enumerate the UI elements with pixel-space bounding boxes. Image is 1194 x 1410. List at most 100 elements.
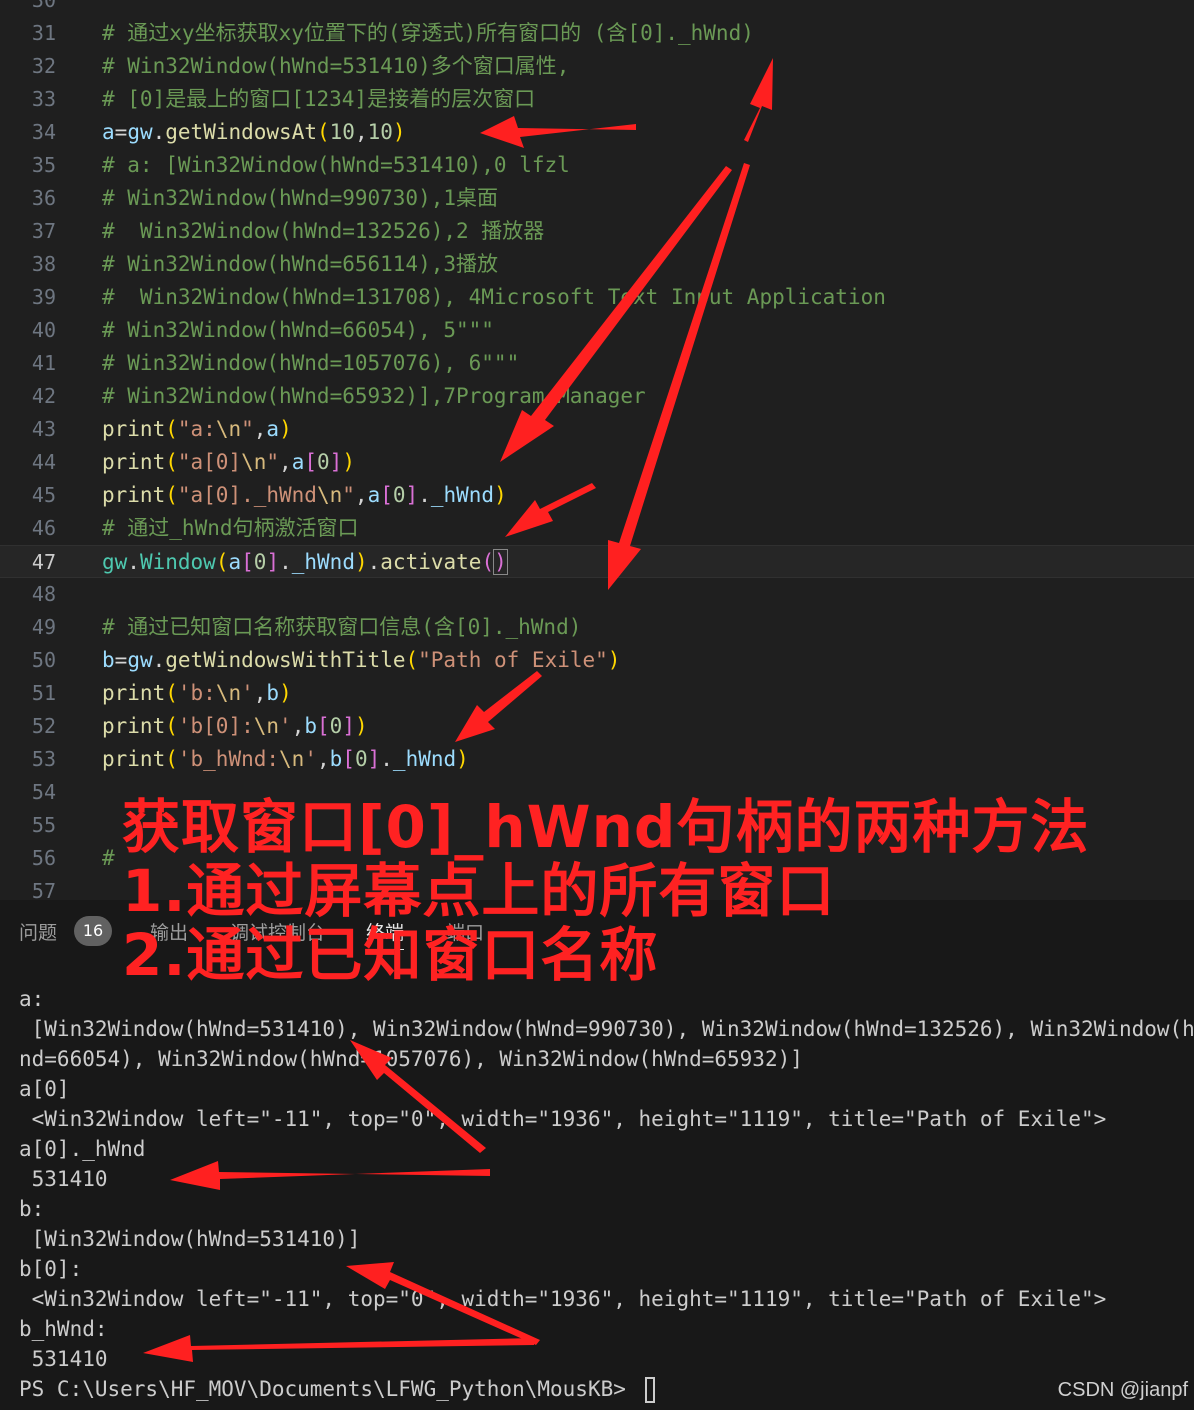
code-text: # Win32Window(hWnd=990730),1桌面 (102, 182, 498, 215)
code-token: \n (215, 681, 242, 705)
code-token: ) (392, 120, 406, 144)
code-token: 0 (317, 450, 330, 474)
terminal-cursor (644, 1377, 655, 1403)
code-text: print('b_hWnd:\n',b[0]._hWnd) (102, 743, 469, 776)
terminal-output[interactable]: a: [Win32Window(hWnd=531410), Win32Windo… (0, 964, 1194, 1410)
code-text: print('b[0]:\n',b[0]) (102, 710, 368, 743)
code-token: "Path of Exile" (418, 648, 608, 672)
code-token: print (102, 450, 166, 474)
line-number: 44 (31, 450, 56, 474)
code-line[interactable]: 36 # Win32Window(hWnd=990730),1桌面 (0, 182, 1194, 215)
code-token: \n (253, 714, 280, 738)
code-line[interactable]: 37 # Win32Window(hWnd=132526),2 播放器 (0, 215, 1194, 248)
code-line[interactable]: 49 # 通过已知窗口名称获取窗口信息(含[0]._hWnd) (0, 611, 1194, 644)
code-token: ( (165, 417, 178, 441)
code-line[interactable]: 50 b=gw.getWindowsWithTitle("Path of Exil… (0, 644, 1194, 677)
code-line[interactable]: 34 a=gw.getWindowsAt(10,10) (0, 116, 1194, 149)
annotation-title: 获取窗口[0]_hWnd句柄的两种方法 (122, 793, 1090, 861)
code-line[interactable]: 32 # Win32Window(hWnd=531410)多个窗口属性, (0, 50, 1194, 83)
code-line[interactable]: 42 # Win32Window(hWnd=65932)],7Program Ma… (0, 380, 1194, 413)
code-token: ( (165, 450, 178, 474)
code-token: [ (380, 483, 393, 507)
code-text: # Win32Window(hWnd=1057076), 6""" (102, 347, 519, 380)
code-token: . (367, 550, 381, 574)
terminal-line: <Win32Window left="-11", top="0", width=… (19, 1107, 1107, 1131)
code-token: . (418, 483, 431, 507)
code-token: ) (354, 550, 368, 574)
code-token: # a: [Win32Window(hWnd=531410),0 lfzl (102, 153, 570, 177)
code-token: , (279, 450, 292, 474)
code-line[interactable]: 41 # Win32Window(hWnd=1057076), 6""" (0, 347, 1194, 380)
code-line[interactable]: 45 print("a[0]._hWnd\n",a[0]._hWnd) (0, 479, 1194, 512)
code-line[interactable]: 43 print("a:\n",a) (0, 413, 1194, 446)
code-token: [ (342, 747, 355, 771)
code-line[interactable]: 33 # [0]是最上的窗口[1234]是接着的层次窗口 (0, 83, 1194, 116)
code-token: ] (266, 550, 280, 574)
line-number: 54 (31, 780, 56, 804)
code-line[interactable]: 31 # 通过xy坐标获取xy位置下的(穿透式)所有窗口的 (含[0]._hWnd… (0, 17, 1194, 50)
code-token: gw (102, 550, 128, 574)
line-number: 34 (31, 120, 56, 144)
terminal-line: <Win32Window left="-11", top="0", width=… (19, 1287, 1107, 1311)
line-number: 42 (31, 384, 56, 408)
line-number: 36 (31, 186, 56, 210)
code-line[interactable]: 39 # Win32Window(hWnd=131708), 4Microsoft… (0, 281, 1194, 314)
code-token: 'b[0]: (177, 714, 254, 738)
code-text: # a: [Win32Window(hWnd=531410),0 lfzl (102, 149, 570, 182)
code-token: # Win32Window(hWnd=65932)],7Program Mana… (102, 384, 646, 408)
code-text: # 通过_hWnd句柄激活窗口 (102, 512, 359, 545)
code-token: print (102, 483, 166, 507)
terminal-line: b_hWnd: (19, 1317, 108, 1341)
code-token: ) (456, 747, 469, 771)
code-text: # Win32Window(hWnd=66054), 5""" (102, 314, 494, 347)
code-token: 0 (392, 483, 406, 507)
code-token: , (291, 714, 305, 738)
code-editor[interactable]: 30 31 # 通过xy坐标获取xy位置下的(穿透式)所有窗口的 (含[0]._hW… (0, 0, 1194, 900)
code-token: ) (342, 450, 355, 474)
code-token: [ (241, 550, 254, 574)
code-token: ) (494, 483, 507, 507)
line-number: 43 (31, 417, 56, 441)
code-line[interactable]: 35 # a: [Win32Window(hWnd=531410),0 lfzl (0, 149, 1194, 182)
code-token: # 通过_hWnd句柄激活窗口 (102, 516, 359, 540)
code-line[interactable]: 53 print('b_hWnd:\n',b[0]._hWnd) (0, 743, 1194, 776)
code-line[interactable]: 51 print('b:\n',b) (0, 677, 1194, 710)
line-number: 38 (31, 252, 56, 276)
annotation-text: 获取窗口[0]_hWnd句柄的两种方法 1.通过屏幕点上的所有窗口 2.通过已知… (122, 795, 1089, 987)
code-token: " (342, 483, 355, 507)
tab-problems[interactable]: 问题 (19, 918, 57, 945)
code-line[interactable]: 40 # Win32Window(hWnd=66054), 5""" (0, 314, 1194, 347)
code-token: activate (380, 550, 482, 574)
code-line[interactable]: 38 # Win32Window(hWnd=656114),3播放 (0, 248, 1194, 281)
code-token: \n (241, 450, 267, 474)
code-token: "a[0] (177, 450, 242, 474)
code-line[interactable]: 30 (0, 0, 1194, 17)
code-text: # [0]是最上的窗口[1234]是接着的层次窗口 (102, 83, 535, 116)
code-text: gw.Window(a[0]._hWnd).activate() (102, 546, 508, 579)
line-number: 50 (31, 648, 56, 672)
terminal-line: a: (19, 987, 45, 1011)
code-line[interactable]: 44 print("a[0]\n",a[0]) (0, 446, 1194, 479)
code-token: # Win32Window(hWnd=656114),3播放 (102, 252, 499, 276)
code-token: 0 (253, 550, 267, 574)
code-token: ( (165, 681, 178, 705)
code-token: _hWnd (392, 747, 457, 771)
code-token: \n (215, 417, 242, 441)
code-line[interactable]: 47 gw.Window(a[0]._hWnd).activate() (0, 545, 1194, 578)
code-token: gw (127, 648, 153, 672)
code-text: # 通过已知窗口名称获取窗口信息(含[0]._hWnd) (102, 611, 581, 644)
line-number: 41 (31, 351, 56, 375)
annotation-method-2: 2.通过已知窗口名称 (122, 921, 659, 989)
code-token: # 通过已知窗口名称获取窗口信息(含[0]._hWnd) (102, 615, 582, 639)
code-line[interactable]: 48 (0, 578, 1194, 611)
code-text: # Win32Window(hWnd=131708), 4Microsoft T… (102, 281, 886, 314)
code-line[interactable]: 52 print('b[0]:\n',b[0]) (0, 710, 1194, 743)
code-token: _hWnd (430, 483, 495, 507)
terminal-prompt[interactable]: PS C:\Users\HF_MOV\Documents\LFWG_Python… (19, 1374, 655, 1404)
code-token: print (102, 681, 166, 705)
csdn-watermark: CSDN @jianpf (1057, 1379, 1188, 1401)
code-text: # Win32Window(hWnd=65932)],7Program Mana… (102, 380, 646, 413)
code-line[interactable]: 46 # 通过_hWnd句柄激活窗口 (0, 512, 1194, 545)
line-number: 46 (31, 516, 56, 540)
terminal-line: [Win32Window(hWnd=531410), Win32Window(h… (31, 1017, 1194, 1041)
